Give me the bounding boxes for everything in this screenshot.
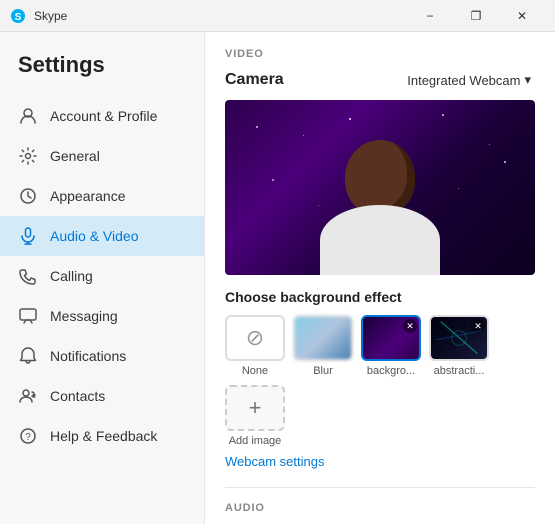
video-section-label: VIDEO [225,48,535,60]
sidebar-item-audio-video[interactable]: Audio & Video [0,216,204,256]
bg-option-none-label: None [242,365,268,377]
mic-icon [18,226,38,246]
main-layout: Settings Account & Profile General [0,32,555,524]
bg-option-blur[interactable]: Blur [293,315,353,377]
window-controls: − ❐ ✕ [407,0,545,32]
camera-preview [225,100,535,275]
content-area: VIDEO Camera Integrated Webcam ▾ [205,32,555,524]
camera-dropdown-value: Integrated Webcam [407,73,520,88]
bg-option-bg2-label: abstracti... [434,365,485,377]
sidebar-item-appearance[interactable]: Appearance [0,176,204,216]
sidebar-item-calling-label: Calling [50,268,93,284]
phone-icon [18,266,38,286]
sidebar-item-messaging[interactable]: Messaging [0,296,204,336]
sidebar-item-audio-video-label: Audio & Video [50,228,138,244]
audio-section-label: AUDIO [225,502,535,514]
sidebar-item-help[interactable]: ? Help & Feedback [0,416,204,456]
person-icon [18,106,38,126]
person-head [345,140,415,215]
sidebar-item-notifications-label: Notifications [50,348,126,364]
add-image-icon: + [249,395,262,421]
sidebar-item-calling[interactable]: Calling [0,256,204,296]
bg-option-bg2[interactable]: ✕ abstracti... [429,315,489,377]
bg-option-bg1[interactable]: ✕ backgro... [361,315,421,377]
chat-icon [18,306,38,326]
svg-text:S: S [15,12,22,23]
section-divider [225,487,535,488]
title-bar: S Skype − ❐ ✕ [0,0,555,32]
bg-thumb-bg1[interactable]: ✕ [361,315,421,361]
sidebar-item-contacts-label: Contacts [50,388,105,404]
contacts-icon [18,386,38,406]
sidebar-item-appearance-label: Appearance [50,188,126,204]
bg-effect-title: Choose background effect [225,289,535,305]
svg-text:?: ? [25,432,31,443]
app-icon: S [10,8,26,24]
camera-row: Camera Integrated Webcam ▾ [225,70,535,90]
bg-thumb-add[interactable]: + [225,385,285,431]
sidebar-item-general-label: General [50,148,100,164]
webcam-settings-link[interactable]: Webcam settings [225,454,324,469]
bg-thumb-none[interactable]: ⊘ [225,315,285,361]
sidebar-item-account[interactable]: Account & Profile [0,96,204,136]
camera-label: Camera [225,71,284,89]
chevron-down-icon: ▾ [524,72,531,88]
sidebar-item-help-label: Help & Feedback [50,428,157,444]
bell-icon [18,346,38,366]
close-button[interactable]: ✕ [499,0,545,32]
bg-option-bg1-label: backgro... [367,365,415,377]
appearance-icon [18,186,38,206]
sidebar-item-general[interactable]: General [0,136,204,176]
camera-dropdown[interactable]: Integrated Webcam ▾ [403,70,535,90]
bg-option-blur-label: Blur [313,365,333,377]
sidebar-item-account-label: Account & Profile [50,108,157,124]
gear-icon [18,146,38,166]
maximize-button[interactable]: ❐ [453,0,499,32]
sidebar-item-notifications[interactable]: Notifications [0,336,204,376]
no-bg-icon: ⊘ [246,325,264,351]
help-icon: ? [18,426,38,446]
bg-option-none[interactable]: ⊘ None [225,315,285,377]
app-title: Skype [34,9,407,23]
sidebar-item-contacts[interactable]: Contacts [0,376,204,416]
person-shirt [320,205,440,275]
sidebar: Settings Account & Profile General [0,32,205,524]
bg-thumb-blur[interactable] [293,315,353,361]
bg-option-add-label: Add image [229,435,282,447]
minimize-button[interactable]: − [407,0,453,32]
bg1-close-button[interactable]: ✕ [403,319,417,333]
person-silhouette [320,135,440,275]
sidebar-item-messaging-label: Messaging [50,308,118,324]
sidebar-title: Settings [0,42,204,96]
bg-thumb-bg2[interactable]: ✕ [429,315,489,361]
bg-option-add[interactable]: + Add image [225,385,285,447]
bg-options-row: ⊘ None Blur ✕ backgro... ✕ [225,315,535,447]
